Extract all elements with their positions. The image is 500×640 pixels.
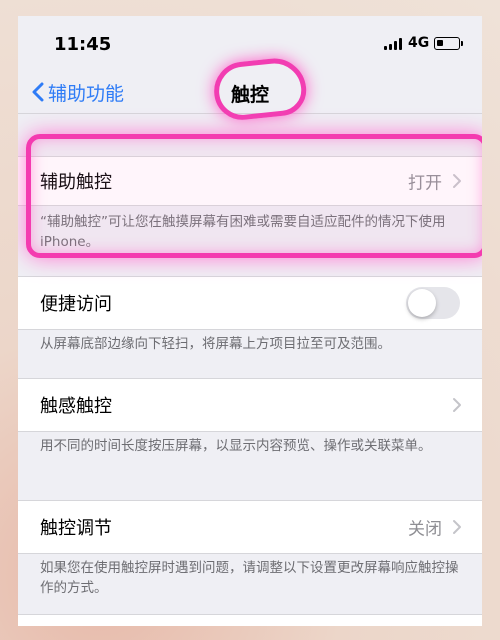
touch-accommodations-footer: 如果您在使用触控屏时遇到问题，请调整以下设置更改屏幕响应触控操作的方式。	[40, 560, 459, 596]
haptic-touch-group: 触感触控	[18, 378, 482, 432]
phone-screen: 11:45 4G 辅助功能 触控 辅助触控 打开 “辅助触控”可让您在触摸屏幕有…	[18, 16, 482, 626]
toggle-knob	[408, 289, 436, 317]
highlight-annotation	[26, 134, 482, 258]
reachability-toggle[interactable]	[406, 287, 460, 319]
haptic-touch-label: 触感触控	[40, 396, 112, 417]
haptic-touch-row[interactable]: 触感触控	[18, 379, 482, 431]
touch-accommodations-row[interactable]: 触控调节 关闭	[18, 501, 482, 553]
haptic-touch-footer: 用不同的时间长度按压屏幕，以显示内容预览、操作或关联菜单。	[40, 438, 432, 454]
chevron-right-icon	[453, 520, 461, 534]
chevron-right-icon	[453, 398, 461, 412]
battery-icon	[434, 37, 463, 50]
reachability-footer: 从屏幕底部边缘向下轻扫，将屏幕上方项目拉至可及范围。	[40, 336, 391, 352]
reachability-group: 便捷访问	[18, 276, 482, 330]
touch-accommodations-value: 关闭	[408, 519, 442, 540]
next-group-edge	[18, 614, 482, 626]
status-time: 11:45	[54, 34, 112, 55]
touch-accommodations-group: 触控调节 关闭	[18, 500, 482, 554]
network-type: 4G	[408, 35, 430, 51]
touch-accommodations-label: 触控调节	[40, 518, 112, 539]
reachability-row: 便捷访问	[18, 277, 482, 329]
reachability-label: 便捷访问	[40, 294, 112, 315]
signal-icon	[384, 38, 404, 50]
